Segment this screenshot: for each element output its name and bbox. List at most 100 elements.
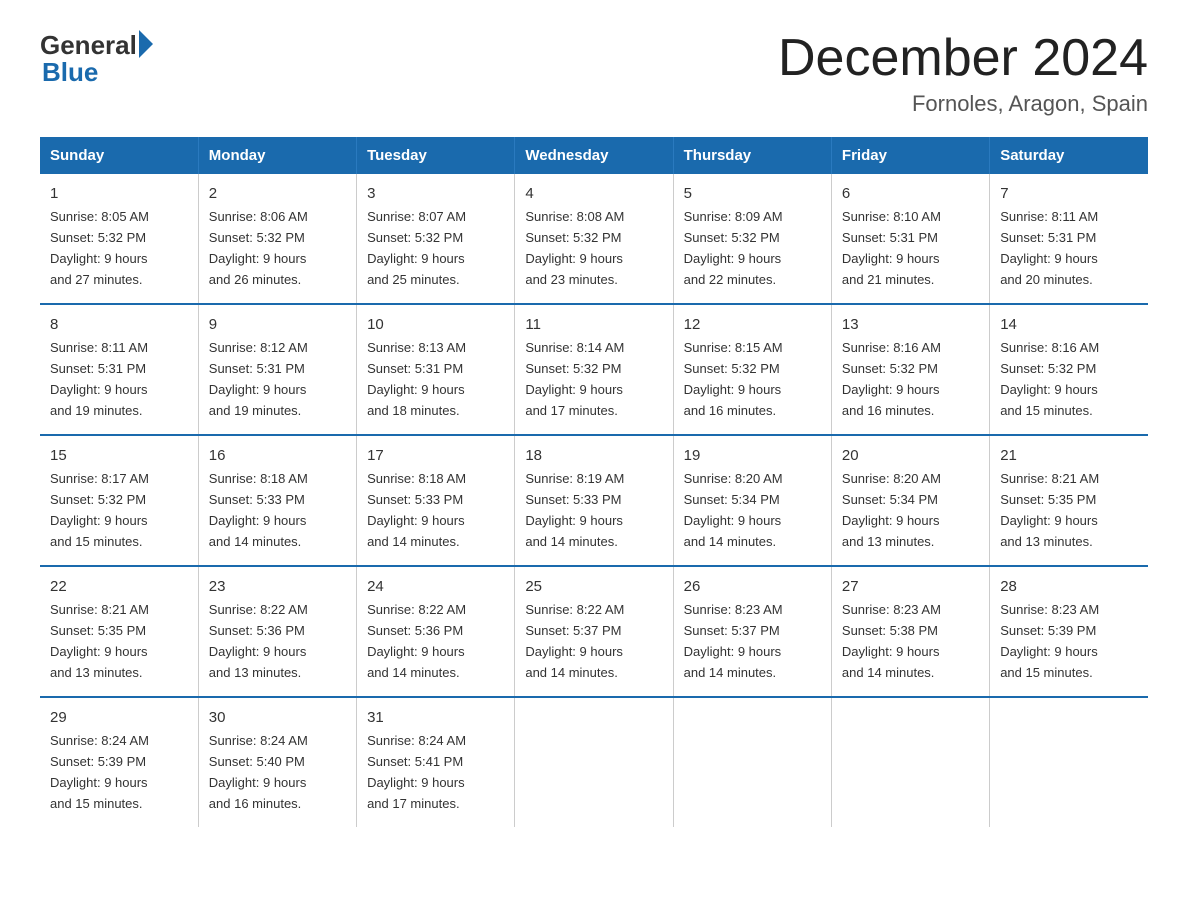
day-info: Sunrise: 8:23 AMSunset: 5:39 PMDaylight:… xyxy=(1000,602,1099,680)
logo-triangle-icon xyxy=(139,30,153,58)
day-info: Sunrise: 8:05 AMSunset: 5:32 PMDaylight:… xyxy=(50,209,149,287)
calendar-cell: 31 Sunrise: 8:24 AMSunset: 5:41 PMDayligh… xyxy=(357,697,515,827)
day-number: 7 xyxy=(1000,182,1138,205)
day-info: Sunrise: 8:24 AMSunset: 5:41 PMDaylight:… xyxy=(367,733,466,811)
calendar-cell: 14Sunrise: 8:16 AMSunset: 5:32 PMDayligh… xyxy=(990,304,1148,435)
day-info: Sunrise: 8:18 AMSunset: 5:33 PMDaylight:… xyxy=(209,471,308,549)
day-number: 6 xyxy=(842,182,979,205)
logo: General Blue xyxy=(40,30,153,88)
day-info: Sunrise: 8:17 AMSunset: 5:32 PMDaylight:… xyxy=(50,471,149,549)
calendar-cell xyxy=(990,697,1148,827)
day-info: Sunrise: 8:13 AMSunset: 5:31 PMDaylight:… xyxy=(367,340,466,418)
day-info: Sunrise: 8:18 AMSunset: 5:33 PMDaylight:… xyxy=(367,471,466,549)
calendar-header-row: SundayMondayTuesdayWednesdayThursdayFrid… xyxy=(40,137,1148,174)
day-number: 26 xyxy=(684,575,821,598)
calendar-cell: 26 Sunrise: 8:23 AMSunset: 5:37 PMDayligh… xyxy=(673,566,831,697)
header-monday: Monday xyxy=(198,137,356,174)
page-header: General Blue December 2024 Fornoles, Ara… xyxy=(40,30,1148,117)
calendar-cell: 17 Sunrise: 8:18 AMSunset: 5:33 PMDayligh… xyxy=(357,435,515,566)
day-info: Sunrise: 8:20 AMSunset: 5:34 PMDaylight:… xyxy=(842,471,941,549)
day-number: 29 xyxy=(50,706,188,729)
header-sunday: Sunday xyxy=(40,137,198,174)
day-info: Sunrise: 8:22 AMSunset: 5:37 PMDaylight:… xyxy=(525,602,624,680)
calendar-cell xyxy=(831,697,989,827)
calendar-week-row: 22 Sunrise: 8:21 AMSunset: 5:35 PMDayligh… xyxy=(40,566,1148,697)
day-number: 13 xyxy=(842,313,979,336)
day-number: 24 xyxy=(367,575,504,598)
day-number: 23 xyxy=(209,575,346,598)
day-number: 3 xyxy=(367,182,504,205)
day-info: Sunrise: 8:15 AMSunset: 5:32 PMDaylight:… xyxy=(684,340,783,418)
calendar-cell xyxy=(673,697,831,827)
calendar-cell: 6 Sunrise: 8:10 AMSunset: 5:31 PMDaylight… xyxy=(831,174,989,304)
day-info: Sunrise: 8:24 AMSunset: 5:39 PMDaylight:… xyxy=(50,733,149,811)
day-number: 21 xyxy=(1000,444,1138,467)
day-number: 1 xyxy=(50,182,188,205)
calendar-title: December 2024 xyxy=(778,30,1148,87)
calendar-cell: 13 Sunrise: 8:16 AMSunset: 5:32 PMDayligh… xyxy=(831,304,989,435)
day-number: 22 xyxy=(50,575,188,598)
calendar-cell: 23Sunrise: 8:22 AMSunset: 5:36 PMDayligh… xyxy=(198,566,356,697)
calendar-table: SundayMondayTuesdayWednesdayThursdayFrid… xyxy=(40,137,1148,827)
calendar-cell: 21Sunrise: 8:21 AMSunset: 5:35 PMDayligh… xyxy=(990,435,1148,566)
day-number: 16 xyxy=(209,444,346,467)
calendar-cell: 30 Sunrise: 8:24 AMSunset: 5:40 PMDayligh… xyxy=(198,697,356,827)
calendar-cell: 11 Sunrise: 8:14 AMSunset: 5:32 PMDayligh… xyxy=(515,304,673,435)
day-number: 28 xyxy=(1000,575,1138,598)
day-info: Sunrise: 8:23 AMSunset: 5:37 PMDaylight:… xyxy=(684,602,783,680)
day-info: Sunrise: 8:21 AMSunset: 5:35 PMDaylight:… xyxy=(50,602,149,680)
day-number: 30 xyxy=(209,706,346,729)
day-number: 5 xyxy=(684,182,821,205)
calendar-cell: 5 Sunrise: 8:09 AMSunset: 5:32 PMDaylight… xyxy=(673,174,831,304)
calendar-cell: 20Sunrise: 8:20 AMSunset: 5:34 PMDayligh… xyxy=(831,435,989,566)
day-info: Sunrise: 8:06 AMSunset: 5:32 PMDaylight:… xyxy=(209,209,308,287)
day-info: Sunrise: 8:10 AMSunset: 5:31 PMDaylight:… xyxy=(842,209,941,287)
day-number: 14 xyxy=(1000,313,1138,336)
day-number: 25 xyxy=(525,575,662,598)
title-block: December 2024 Fornoles, Aragon, Spain xyxy=(778,30,1148,117)
calendar-cell: 24 Sunrise: 8:22 AMSunset: 5:36 PMDayligh… xyxy=(357,566,515,697)
day-info: Sunrise: 8:09 AMSunset: 5:32 PMDaylight:… xyxy=(684,209,783,287)
day-info: Sunrise: 8:11 AMSunset: 5:31 PMDaylight:… xyxy=(50,340,148,418)
day-number: 2 xyxy=(209,182,346,205)
day-number: 8 xyxy=(50,313,188,336)
day-info: Sunrise: 8:16 AMSunset: 5:32 PMDaylight:… xyxy=(842,340,941,418)
calendar-cell: 7 Sunrise: 8:11 AMSunset: 5:31 PMDaylight… xyxy=(990,174,1148,304)
day-number: 15 xyxy=(50,444,188,467)
logo-blue-text: Blue xyxy=(42,57,98,88)
day-info: Sunrise: 8:20 AMSunset: 5:34 PMDaylight:… xyxy=(684,471,783,549)
calendar-cell: 2 Sunrise: 8:06 AMSunset: 5:32 PMDaylight… xyxy=(198,174,356,304)
day-number: 4 xyxy=(525,182,662,205)
header-friday: Friday xyxy=(831,137,989,174)
calendar-cell: 3Sunrise: 8:07 AMSunset: 5:32 PMDaylight… xyxy=(357,174,515,304)
calendar-cell: 28 Sunrise: 8:23 AMSunset: 5:39 PMDayligh… xyxy=(990,566,1148,697)
day-info: Sunrise: 8:08 AMSunset: 5:32 PMDaylight:… xyxy=(525,209,624,287)
calendar-week-row: 1 Sunrise: 8:05 AMSunset: 5:32 PMDaylight… xyxy=(40,174,1148,304)
day-number: 9 xyxy=(209,313,346,336)
header-thursday: Thursday xyxy=(673,137,831,174)
calendar-week-row: 8 Sunrise: 8:11 AMSunset: 5:31 PMDaylight… xyxy=(40,304,1148,435)
day-info: Sunrise: 8:23 AMSunset: 5:38 PMDaylight:… xyxy=(842,602,941,680)
day-info: Sunrise: 8:14 AMSunset: 5:32 PMDaylight:… xyxy=(525,340,624,418)
day-info: Sunrise: 8:24 AMSunset: 5:40 PMDaylight:… xyxy=(209,733,308,811)
calendar-cell: 1 Sunrise: 8:05 AMSunset: 5:32 PMDaylight… xyxy=(40,174,198,304)
calendar-cell: 19 Sunrise: 8:20 AMSunset: 5:34 PMDayligh… xyxy=(673,435,831,566)
day-number: 10 xyxy=(367,313,504,336)
calendar-cell: 18Sunrise: 8:19 AMSunset: 5:33 PMDayligh… xyxy=(515,435,673,566)
day-number: 31 xyxy=(367,706,504,729)
calendar-cell: 29 Sunrise: 8:24 AMSunset: 5:39 PMDayligh… xyxy=(40,697,198,827)
day-number: 19 xyxy=(684,444,821,467)
calendar-cell: 25 Sunrise: 8:22 AMSunset: 5:37 PMDayligh… xyxy=(515,566,673,697)
calendar-cell: 16 Sunrise: 8:18 AMSunset: 5:33 PMDayligh… xyxy=(198,435,356,566)
day-info: Sunrise: 8:11 AMSunset: 5:31 PMDaylight:… xyxy=(1000,209,1098,287)
calendar-cell: 4 Sunrise: 8:08 AMSunset: 5:32 PMDaylight… xyxy=(515,174,673,304)
day-number: 11 xyxy=(525,313,662,336)
calendar-cell: 22 Sunrise: 8:21 AMSunset: 5:35 PMDayligh… xyxy=(40,566,198,697)
day-number: 17 xyxy=(367,444,504,467)
calendar-week-row: 15 Sunrise: 8:17 AMSunset: 5:32 PMDayligh… xyxy=(40,435,1148,566)
day-info: Sunrise: 8:22 AMSunset: 5:36 PMDaylight:… xyxy=(367,602,466,680)
calendar-cell: 12Sunrise: 8:15 AMSunset: 5:32 PMDayligh… xyxy=(673,304,831,435)
header-wednesday: Wednesday xyxy=(515,137,673,174)
calendar-cell xyxy=(515,697,673,827)
calendar-cell: 9Sunrise: 8:12 AMSunset: 5:31 PMDaylight… xyxy=(198,304,356,435)
